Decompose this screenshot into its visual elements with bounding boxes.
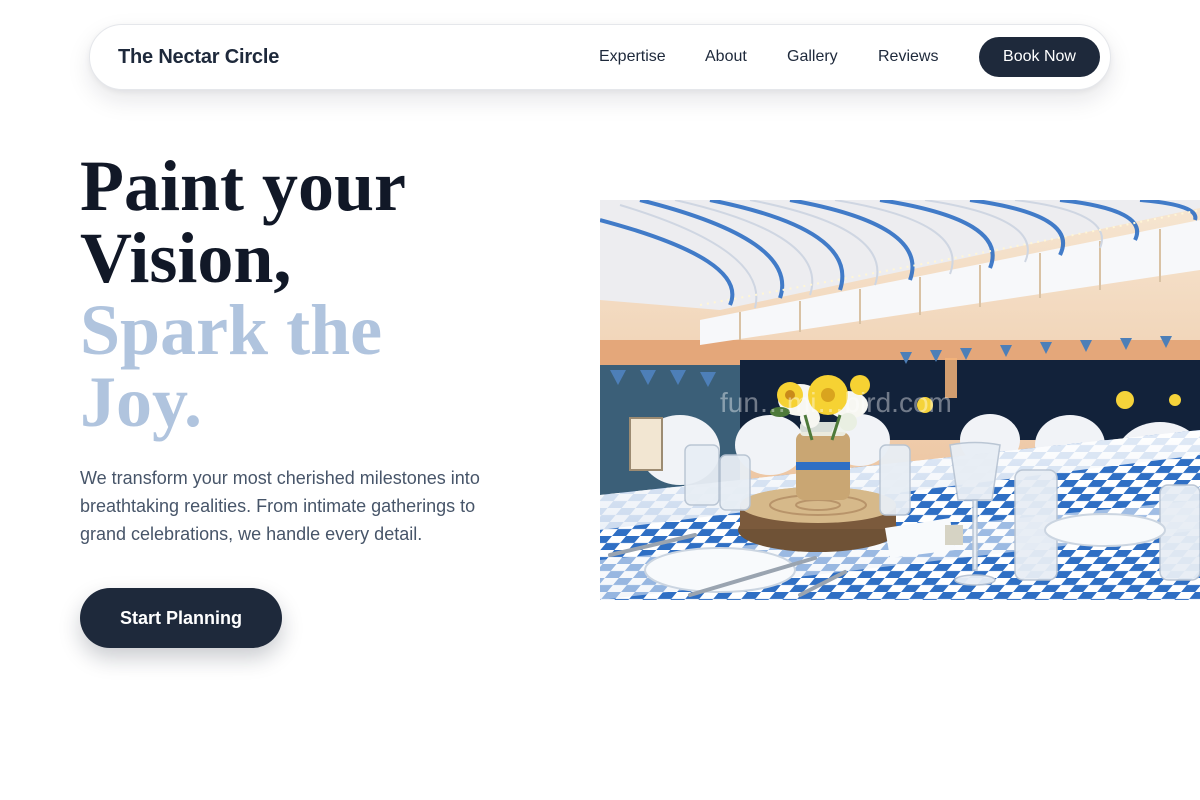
nav-link-expertise[interactable]: Expertise: [599, 48, 666, 66]
top-nav: The Nectar Circle Expertise About Galler…: [89, 24, 1111, 90]
nav-link-about[interactable]: About: [705, 48, 747, 66]
image-watermark: fun…mi…bird.com: [720, 387, 952, 418]
hero-title-line-4: Joy.: [80, 362, 203, 442]
nav-link-gallery[interactable]: Gallery: [787, 48, 838, 66]
brand-logo[interactable]: The Nectar Circle: [118, 46, 279, 69]
hero-image: fun…mi…bird.com: [600, 200, 1200, 600]
book-now-button[interactable]: Book Now: [979, 37, 1100, 77]
hero-title-line-1: Paint your: [80, 146, 407, 226]
hero-title-line-2: Vision,: [80, 218, 292, 298]
hero-title-line-3: Spark the: [80, 290, 383, 370]
start-planning-button[interactable]: Start Planning: [80, 588, 282, 648]
hero-subtitle: We transform your most cherished milesto…: [80, 468, 480, 544]
hero-title: Paint your Vision, Spark the Joy.: [80, 150, 560, 438]
nav-link-reviews[interactable]: Reviews: [878, 48, 938, 66]
